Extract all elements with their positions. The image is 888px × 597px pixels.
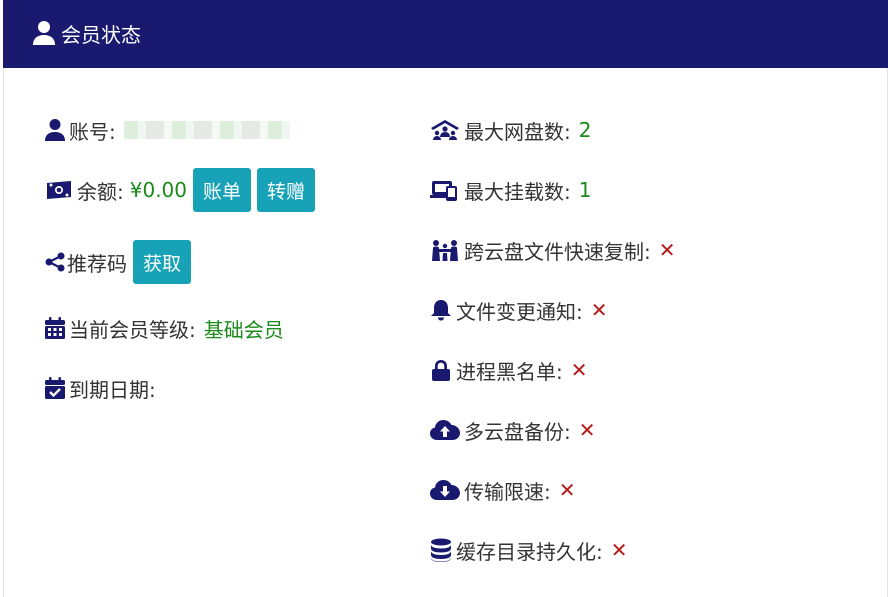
feature-status-cross: ✕	[590, 298, 608, 322]
bill-button[interactable]: 账单	[193, 168, 252, 212]
feature-row: 多云盘备份: ✕	[430, 415, 596, 445]
people-icon	[430, 239, 460, 261]
feature-row: 文件变更通知: ✕	[430, 295, 608, 325]
bell-icon	[430, 299, 452, 321]
max-disks-row: 最大网盘数: 2	[430, 115, 591, 145]
max-disks-value: 2	[578, 118, 592, 142]
feature-label: 跨云盘文件快速复制:	[464, 239, 651, 264]
feature-status-cross: ✕	[610, 538, 628, 562]
cloud-upload-icon	[430, 419, 460, 441]
expiry-row: 到期日期:	[45, 373, 156, 403]
feature-row: 进程黑名单: ✕	[430, 355, 588, 385]
balance-label: 余额:	[77, 179, 124, 204]
feature-label: 多云盘备份:	[464, 419, 571, 444]
calendar-icon	[45, 317, 65, 339]
account-row: 账号:	[45, 115, 290, 145]
calendar-check-icon	[45, 377, 65, 399]
feature-row: 传输限速: ✕	[430, 475, 576, 505]
max-mounts-label: 最大挂载数:	[464, 179, 571, 204]
cloud-download-icon	[430, 479, 460, 501]
feature-status-cross: ✕	[558, 478, 576, 502]
network-icon	[430, 119, 460, 141]
feature-label: 文件变更通知:	[456, 299, 583, 324]
max-disks-label: 最大网盘数:	[464, 119, 571, 144]
feature-row: 跨云盘文件快速复制: ✕	[430, 235, 676, 265]
account-value-masked	[123, 121, 290, 139]
feature-row: 缓存目录持久化: ✕	[430, 535, 628, 565]
lock-icon	[430, 359, 452, 381]
account-label: 账号:	[69, 119, 116, 144]
feature-status-cross: ✕	[658, 238, 676, 262]
referral-label: 推荐码	[67, 251, 127, 276]
feature-status-cross: ✕	[578, 418, 596, 442]
card-header: 会员状态	[3, 0, 888, 68]
feature-label: 传输限速:	[464, 479, 551, 504]
level-value: 基础会员	[203, 317, 284, 342]
feature-status-cross: ✕	[570, 358, 588, 382]
balance-row: 余额: ¥0.00 账单 转赠	[45, 168, 316, 212]
level-row: 当前会员等级: 基础会员	[45, 313, 284, 343]
feature-label: 进程黑名单:	[456, 359, 563, 384]
transfer-button[interactable]: 转赠	[257, 168, 316, 212]
database-icon	[430, 538, 452, 562]
balance-value: ¥0.00	[129, 178, 188, 202]
feature-label: 缓存目录持久化:	[456, 539, 603, 564]
share-icon	[45, 252, 65, 272]
devices-icon	[430, 179, 460, 201]
expiry-label: 到期日期:	[69, 377, 156, 402]
level-label: 当前会员等级:	[69, 317, 196, 342]
money-icon	[45, 180, 73, 200]
card-title: 会员状态	[61, 22, 141, 47]
max-mounts-value: 1	[578, 178, 592, 202]
get-referral-button[interactable]: 获取	[133, 240, 192, 284]
user-icon	[45, 119, 65, 141]
referral-row: 推荐码 获取	[45, 240, 192, 284]
max-mounts-row: 最大挂载数: 1	[430, 175, 591, 205]
user-icon	[33, 21, 55, 45]
